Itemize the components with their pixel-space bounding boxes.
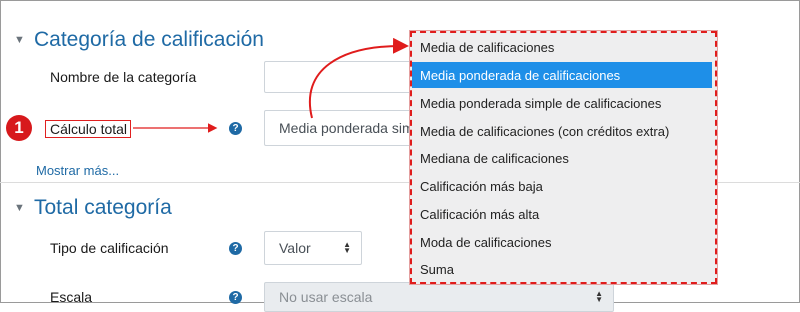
calc-options-dropdown[interactable]: Media de calificaciones Media ponderada … xyxy=(409,30,718,285)
annotation-arrow-curved xyxy=(309,37,409,119)
dropdown-option[interactable]: Suma xyxy=(412,256,715,282)
dropdown-option-selected[interactable]: Media ponderada de calificaciones xyxy=(412,62,712,88)
dropdown-option[interactable]: Mediana de calificaciones xyxy=(412,145,715,171)
dropdown-option[interactable]: Media de calificaciones xyxy=(412,34,715,60)
dropdown-option[interactable]: Media ponderada simple de calificaciones xyxy=(412,90,715,116)
dropdown-option[interactable]: Media de calificaciones (con créditos ex… xyxy=(412,118,715,144)
dropdown-option[interactable]: Calificación más baja xyxy=(412,173,715,199)
dropdown-option[interactable]: Calificación más alta xyxy=(412,201,715,227)
dropdown-option[interactable]: Moda de calificaciones xyxy=(412,229,715,255)
